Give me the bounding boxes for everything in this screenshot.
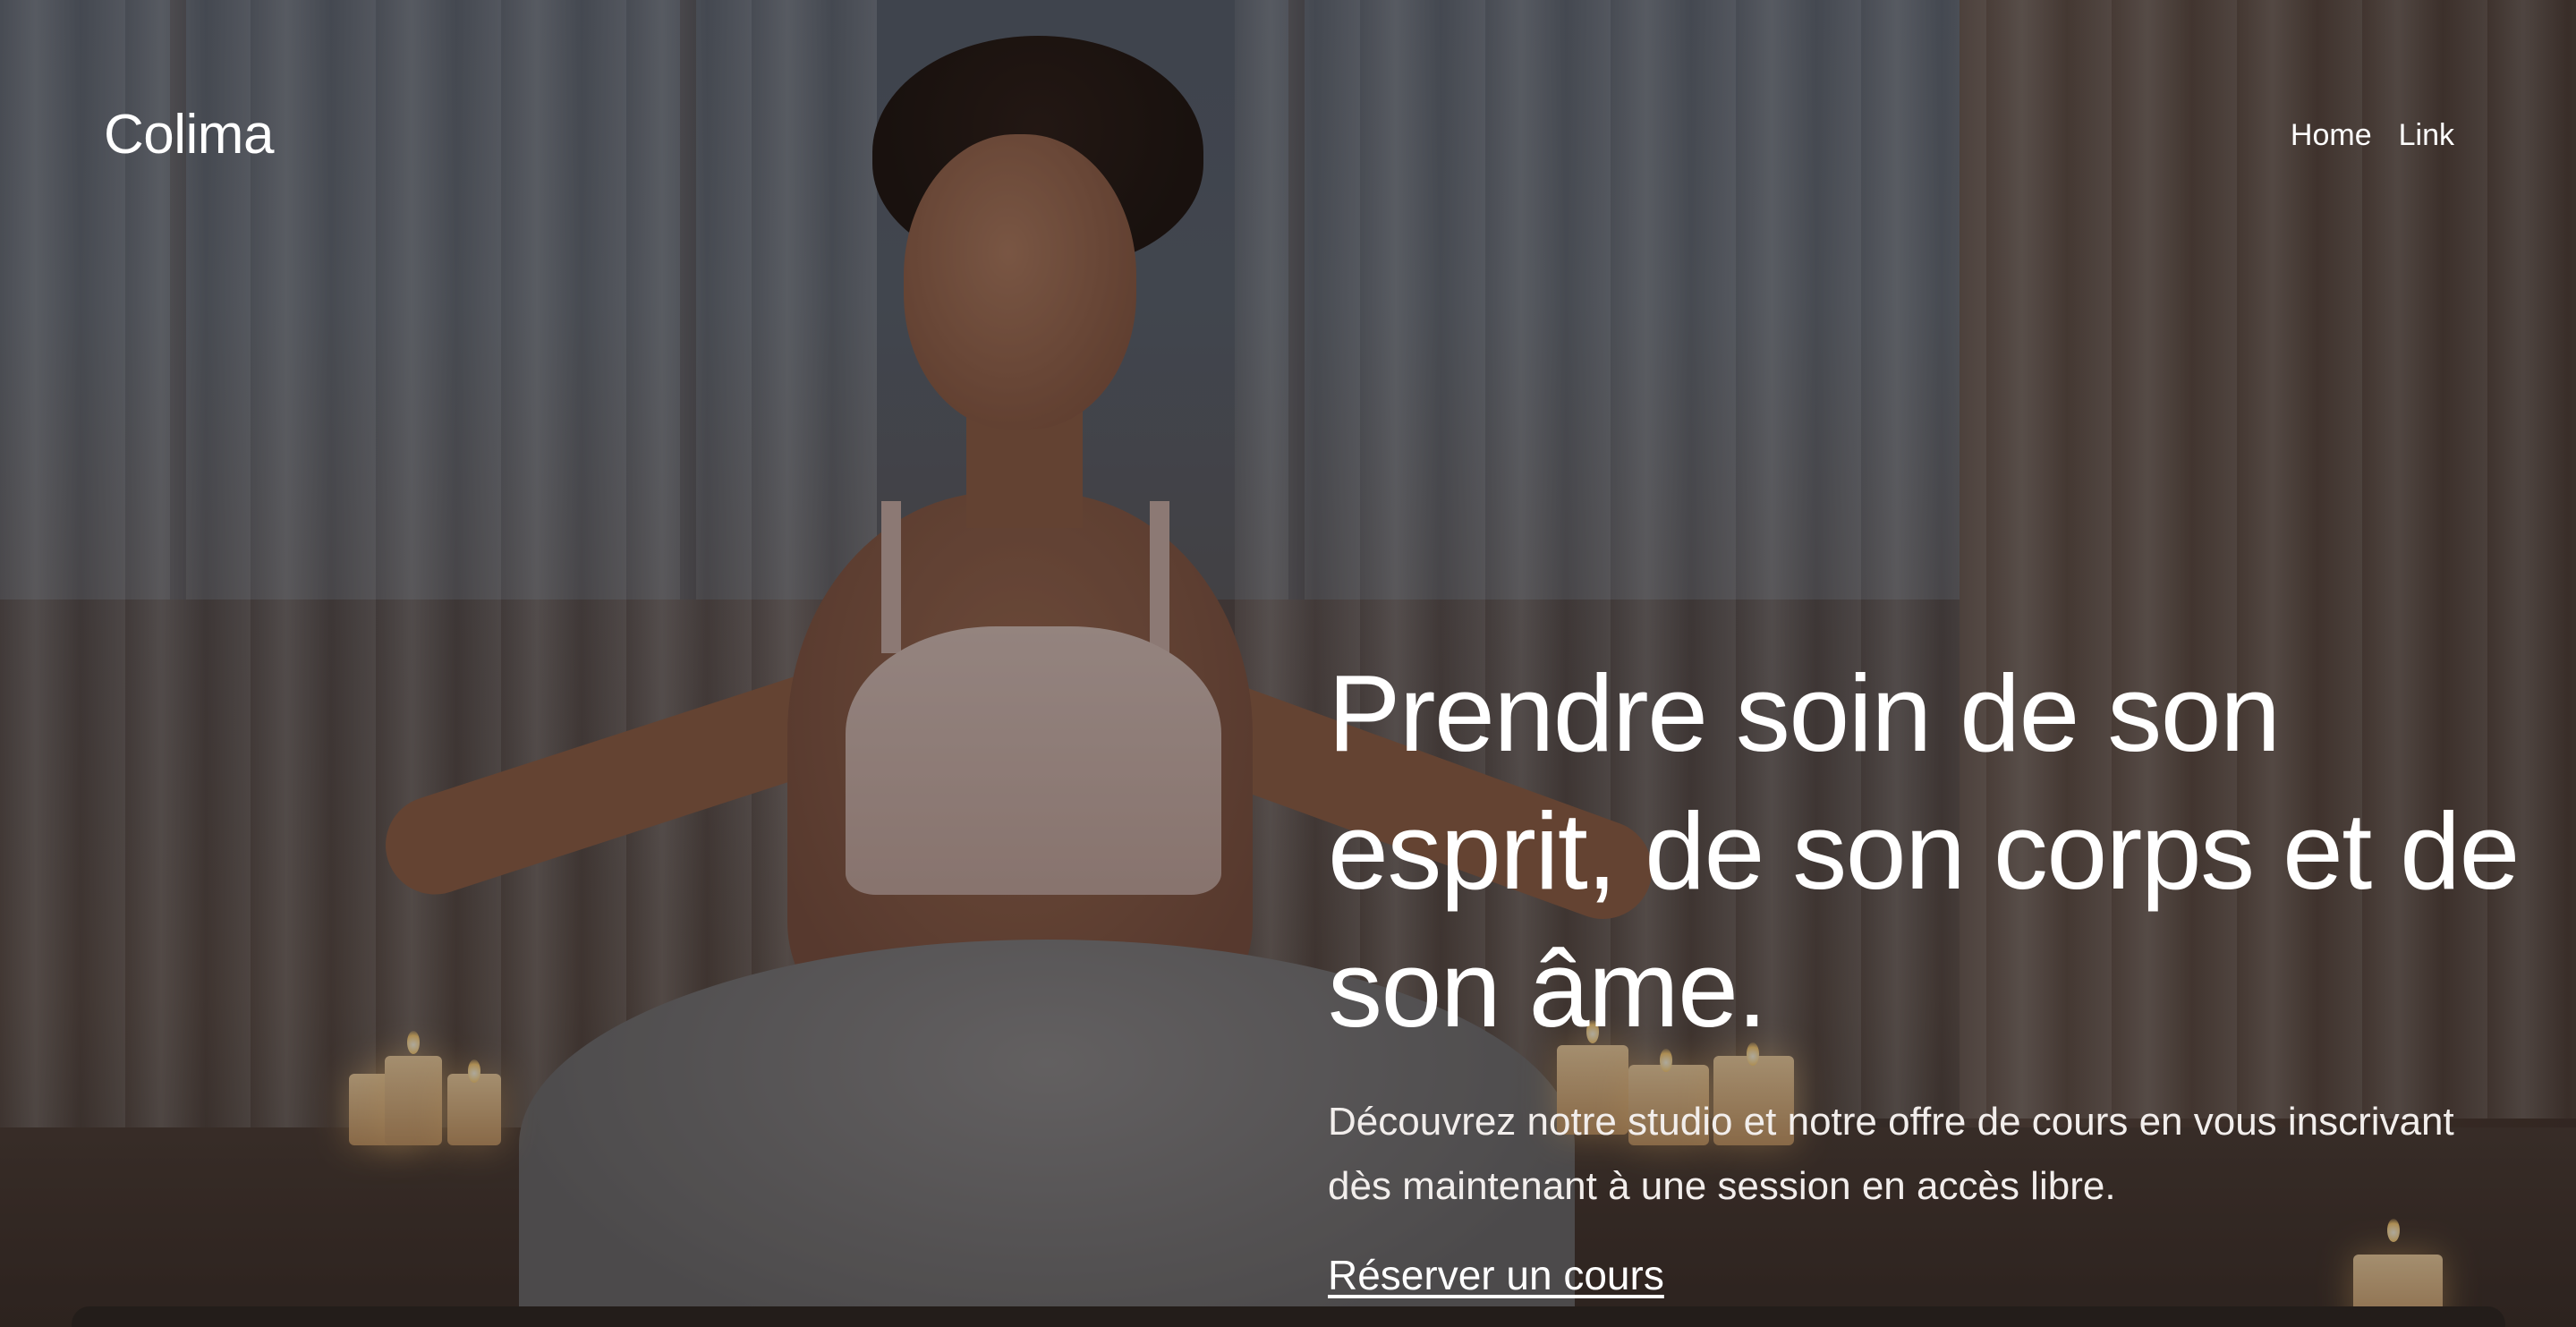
landing-page: Colima Home Link Prendre soin de son esp… bbox=[0, 0, 2576, 1327]
nav-link-home[interactable]: Home bbox=[2291, 118, 2372, 153]
book-class-link[interactable]: Réserver un cours bbox=[1328, 1251, 1664, 1299]
main-nav: Home Link bbox=[2291, 118, 2454, 153]
hero-section: Prendre soin de son esprit, de son corps… bbox=[1328, 644, 2527, 1299]
nav-link-link[interactable]: Link bbox=[2399, 118, 2454, 153]
hero-title: Prendre soin de son esprit, de son corps… bbox=[1328, 652, 2520, 1050]
hero-description: Découvrez notre studio et notre offre de… bbox=[1328, 1100, 2454, 1208]
brand-logo[interactable]: Colima bbox=[104, 103, 274, 166]
